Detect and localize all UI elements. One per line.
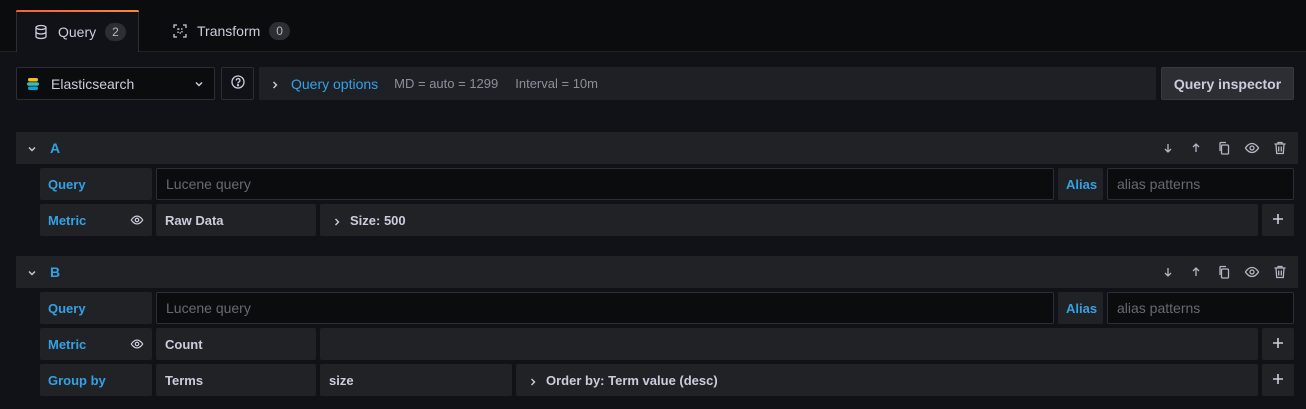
query-label: Query xyxy=(40,292,152,324)
eye-icon[interactable] xyxy=(1244,264,1260,280)
add-group-by-button[interactable] xyxy=(1262,364,1294,396)
metric-label: Metric xyxy=(40,328,152,360)
tab-query-count: 2 xyxy=(105,22,126,41)
query-ref-id[interactable]: B xyxy=(50,264,60,280)
group-by-type-select[interactable]: Terms xyxy=(156,364,316,396)
plus-icon xyxy=(1272,337,1284,352)
metric-settings-label: Size: 500 xyxy=(350,212,406,228)
alias-input[interactable] xyxy=(1107,292,1294,324)
alias-label: Alias xyxy=(1058,292,1103,324)
move-up-icon[interactable] xyxy=(1188,264,1204,280)
tab-transform[interactable]: Transform 0 xyxy=(156,10,306,52)
metric-label-text: Metric xyxy=(48,212,87,228)
move-up-icon[interactable] xyxy=(1188,140,1204,156)
alias-field[interactable] xyxy=(1117,176,1293,192)
move-down-icon[interactable] xyxy=(1160,140,1176,156)
plus-icon xyxy=(1272,213,1284,228)
query-inspector-button[interactable]: Query inspector xyxy=(1161,67,1294,100)
metric-type-select[interactable]: Raw Data xyxy=(156,204,316,236)
query-row-actions xyxy=(1160,264,1288,280)
elasticsearch-logo-icon xyxy=(25,76,41,92)
chevron-down-icon[interactable] xyxy=(26,266,38,278)
tab-query[interactable]: Query 2 xyxy=(16,10,139,52)
alias-input[interactable] xyxy=(1107,168,1294,200)
interval-value: Interval = 10m xyxy=(515,76,598,91)
metric-settings-empty xyxy=(320,328,1258,360)
database-icon xyxy=(33,24,49,40)
eye-icon[interactable] xyxy=(130,337,144,351)
move-down-icon[interactable] xyxy=(1160,264,1176,280)
copy-icon[interactable] xyxy=(1216,140,1232,156)
lucene-query-input[interactable] xyxy=(156,292,1054,324)
group-by-settings-toggle[interactable]: Order by: Term value (desc) xyxy=(516,364,1258,396)
query-options-label: Query options xyxy=(291,75,379,92)
lucene-query-field[interactable] xyxy=(166,300,1053,316)
query-row-header[interactable]: A xyxy=(16,132,1298,164)
metric-label-text: Metric xyxy=(48,336,87,352)
plus-icon xyxy=(1272,373,1284,388)
add-metric-button[interactable] xyxy=(1262,328,1294,360)
query-label: Query xyxy=(40,168,152,200)
eye-icon[interactable] xyxy=(130,213,144,227)
tab-bar: Query 2 Transform 0 xyxy=(0,0,1306,52)
query-options-toggle[interactable]: Query options MD = auto = 1299 Interval … xyxy=(259,67,1156,100)
group-by-settings-label: Order by: Term value (desc) xyxy=(546,372,718,388)
metric-settings-toggle[interactable]: Size: 500 xyxy=(320,204,1258,236)
chevron-down-icon[interactable] xyxy=(26,142,38,154)
query-row-header[interactable]: B xyxy=(16,256,1298,288)
help-button[interactable] xyxy=(221,67,254,100)
max-data-points: MD = auto = 1299 xyxy=(394,76,499,91)
query-toolbar: Elasticsearch Query options MD = auto = … xyxy=(16,67,1294,100)
tab-transform-count: 0 xyxy=(269,22,290,40)
trash-icon[interactable] xyxy=(1272,140,1288,156)
group-by-label: Group by xyxy=(40,364,152,396)
lucene-query-field[interactable] xyxy=(166,176,1053,192)
tab-query-label: Query xyxy=(58,23,97,40)
chevron-down-icon xyxy=(192,77,206,91)
datasource-name: Elasticsearch xyxy=(51,75,135,92)
datasource-picker[interactable]: Elasticsearch xyxy=(16,67,215,100)
lucene-query-input[interactable] xyxy=(156,168,1054,200)
transform-icon xyxy=(172,23,188,39)
query-ref-id[interactable]: A xyxy=(50,140,60,156)
alias-field[interactable] xyxy=(1117,300,1293,316)
metric-label: Metric xyxy=(40,204,152,236)
chevron-right-icon xyxy=(332,215,342,226)
query-row-actions xyxy=(1160,140,1288,156)
metric-type-select[interactable]: Count xyxy=(156,328,316,360)
alias-label: Alias xyxy=(1058,168,1103,200)
chevron-right-icon xyxy=(269,78,281,90)
eye-icon[interactable] xyxy=(1244,140,1260,156)
add-metric-button[interactable] xyxy=(1262,204,1294,236)
group-by-field-select[interactable]: size xyxy=(320,364,512,396)
trash-icon[interactable] xyxy=(1272,264,1288,280)
tab-transform-label: Transform xyxy=(197,23,261,39)
question-circle-icon xyxy=(230,75,245,92)
chevron-right-icon xyxy=(528,375,538,386)
copy-icon[interactable] xyxy=(1216,264,1232,280)
